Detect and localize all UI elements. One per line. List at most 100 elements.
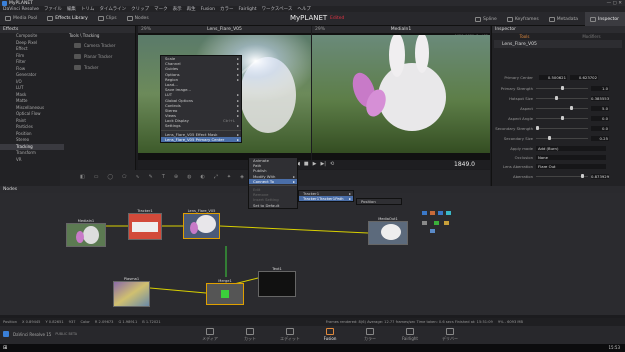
loop-icon[interactable]: ⟲ [330, 161, 334, 167]
value-field[interactable]: 0.873929 [591, 173, 609, 179]
tool-item[interactable]: Tracker [66, 62, 136, 73]
tab-tools[interactable]: Tools [491, 34, 558, 39]
3d-icon[interactable]: ◈ [240, 174, 244, 180]
tool-item[interactable]: Planar Tracker [66, 51, 136, 62]
occlusion-dropdown[interactable]: None [536, 154, 606, 160]
tab-modifiers[interactable]: Modifiers [558, 34, 625, 39]
text-icon[interactable]: T [162, 174, 165, 180]
page-deliver[interactable]: デリバー [430, 327, 470, 342]
node-mediaout1[interactable]: MediaOut1 [368, 217, 408, 245]
page-cut[interactable]: カット [230, 327, 270, 342]
spline-button[interactable]: Spline [470, 12, 502, 26]
transform-icon[interactable]: ⤢ [214, 174, 218, 180]
menu-item-primary-center[interactable]: Lens_Flare_V05 Primary Center ▸ [161, 136, 241, 142]
apply-mode-row: Apply mode Add (Burn) [491, 144, 625, 152]
slider-track[interactable] [536, 136, 588, 140]
keyframes-button[interactable]: Keyframes [502, 12, 544, 26]
category-item[interactable]: VR [0, 157, 64, 164]
metadata-button[interactable]: Metadata [544, 12, 583, 26]
right-toolbar: Spline Keyframes Metadata [470, 12, 583, 26]
deliver-page-icon [446, 328, 454, 335]
viewer-right-title: MediaIn1 [390, 27, 412, 32]
slider-knob[interactable] [581, 174, 584, 178]
status-bar: Position X 0.89445 Y 0.82651 937 Color R… [0, 318, 625, 326]
effects-library-button[interactable]: Effects Library [42, 12, 92, 26]
viewer-right-zoom[interactable]: 29% [315, 27, 325, 32]
effects-icon [47, 16, 54, 21]
bspline-icon[interactable]: ∿ [135, 174, 139, 180]
node-mediain1[interactable]: MediaIn1 [66, 219, 106, 247]
menu-item[interactable]: Fusion [201, 7, 215, 12]
submenu-item-connect-to[interactable]: Connect To ▸ [249, 178, 297, 184]
slider-track[interactable] [536, 174, 588, 178]
value-field[interactable]: 5.0 [591, 105, 609, 111]
merge-icon[interactable]: ⊕ [174, 174, 178, 180]
value-field[interactable]: 0.0 [591, 115, 609, 121]
node-thumb [67, 224, 105, 246]
window-controls[interactable]: — ▢ ✕ [607, 1, 622, 6]
slider-knob[interactable] [560, 86, 564, 90]
value-field[interactable]: 1.0 [591, 85, 609, 91]
node-thumb [184, 214, 219, 238]
inspector-tool-name[interactable]: Lens_Flare_V05 [494, 40, 622, 48]
clips-button[interactable]: Clips [93, 12, 122, 26]
play-icon[interactable]: ▶ [313, 161, 317, 167]
viewer-right[interactable]: 29% MediaIn1 1920x1080xfloat32 [312, 26, 490, 160]
node-text1[interactable]: Text1 [258, 267, 296, 297]
nodes-button[interactable]: Nodes [122, 12, 154, 26]
submenu-item-tracker1-path[interactable]: Tracker1Tracker1Path ▸ [299, 196, 353, 202]
next-frame-icon[interactable]: ▶| [320, 161, 326, 167]
paint-icon[interactable]: ✎ [149, 174, 153, 180]
apply-mode-dropdown[interactable]: Add (Burn) [536, 145, 606, 151]
media-pool-button[interactable]: Media Pool [0, 12, 42, 26]
slider-track[interactable] [536, 106, 588, 110]
stop-icon[interactable]: ■ [304, 161, 309, 167]
primary-center-x[interactable]: 0.500621 [539, 74, 567, 80]
submenu-item-set-default[interactable]: Set to Default [249, 203, 297, 208]
polygon-icon[interactable]: ⬠ [122, 174, 126, 180]
lens-aberration-dropdown[interactable]: Flare Out [536, 163, 606, 169]
primary-center-y[interactable]: 0.623702 [570, 74, 598, 80]
value-field[interactable]: 0.385553 [591, 95, 609, 101]
blur-icon[interactable]: ◍ [187, 174, 191, 180]
page-color[interactable]: カラー [350, 327, 390, 342]
aberration-row: Aberration 0.873929 [513, 173, 610, 179]
slider-track[interactable] [536, 116, 588, 120]
tracker-icon [74, 65, 81, 70]
slider-knob[interactable] [554, 96, 558, 100]
start-icon[interactable]: ⊞ [3, 345, 7, 351]
inspector-button[interactable]: Inspector [585, 12, 625, 26]
submenu-item-position[interactable]: Position [357, 199, 401, 204]
particles-icon[interactable]: ✦ [227, 174, 231, 180]
background-icon[interactable]: ◧ [80, 174, 85, 180]
page-fairlight[interactable]: Fairlight [390, 327, 430, 341]
menu-item-settings[interactable]: Settings ▸ [161, 123, 241, 128]
slider-knob[interactable] [536, 126, 539, 130]
rectangle-icon[interactable]: ▭ [94, 174, 99, 180]
viewer-left-zoom[interactable]: 29% [141, 27, 151, 32]
slider-track[interactable] [536, 96, 588, 100]
ellipse-icon[interactable]: ◯ [107, 174, 113, 180]
viewer-right-image [312, 35, 490, 153]
page-fusion[interactable]: Fusion [310, 327, 350, 341]
tool-item[interactable]: Camera Tracker [66, 40, 136, 51]
slider-knob[interactable] [560, 116, 564, 120]
slider-knob[interactable] [548, 136, 552, 140]
value-field[interactable]: 0.25 [591, 135, 609, 141]
node-lens-flare[interactable]: Lens_Flare_V05 [183, 209, 220, 239]
page-edit[interactable]: エディット [270, 327, 310, 342]
value-field[interactable]: 0.0 [591, 125, 609, 131]
slider-knob[interactable] [570, 106, 574, 110]
color-corrector-icon[interactable]: ◐ [200, 174, 204, 180]
node-navigator[interactable] [420, 207, 460, 237]
frame-counter[interactable]: 1849.0 [454, 161, 475, 168]
node-plasma1[interactable]: Plasma1 [113, 277, 150, 307]
slider-track[interactable] [536, 86, 588, 90]
node-editor[interactable]: MediaIn1 Tracker1 Lens_Flare_V05 MediaOu… [0, 193, 625, 315]
node-thumb [207, 284, 243, 304]
menu-item[interactable]: Fairlight [239, 7, 257, 12]
node-tracker1[interactable]: Tracker1 [128, 209, 162, 240]
node-merge1[interactable]: Merge1 [206, 279, 244, 305]
slider-track[interactable] [536, 126, 588, 130]
page-media[interactable]: メディア [190, 327, 230, 342]
